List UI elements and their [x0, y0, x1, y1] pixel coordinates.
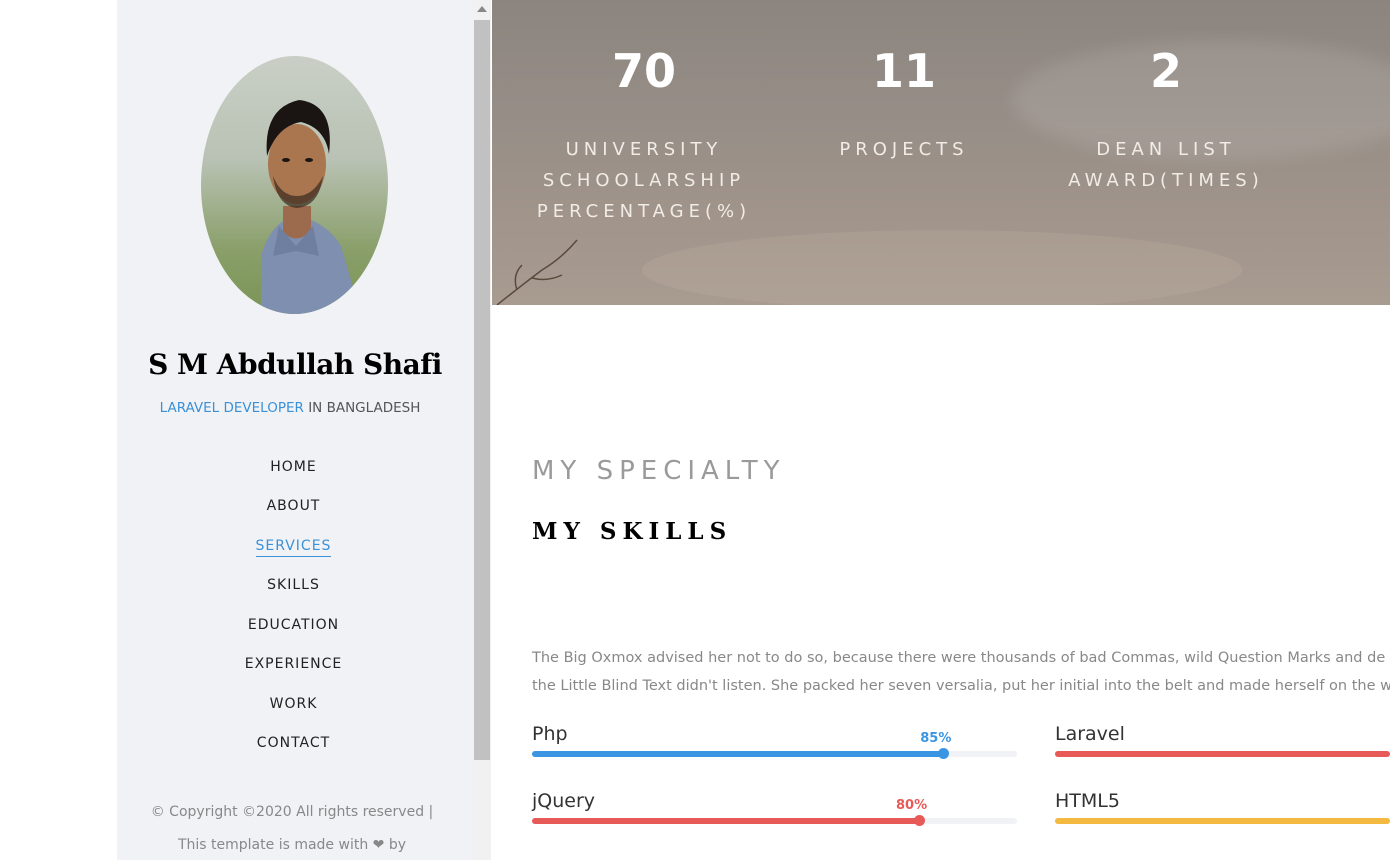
- profile-tagline: LARAVEL DEVELOPER IN BANGLADESH: [117, 400, 463, 416]
- nav-item-education[interactable]: EDUCATION: [117, 617, 470, 633]
- sidebar-scrollbar[interactable]: [473, 0, 491, 860]
- skill-percent: 80%: [896, 798, 928, 813]
- stat-number: 70: [611, 44, 676, 98]
- nav-item-work[interactable]: WORK: [117, 696, 470, 712]
- role-link[interactable]: LARAVEL DEVELOPER: [160, 400, 304, 416]
- skill-name: jQuery: [532, 790, 596, 812]
- skill-progress-fill: [1055, 818, 1390, 824]
- skill-progress-fill: [1055, 751, 1390, 757]
- skill-progress-track: [1055, 818, 1390, 824]
- skill-progress-fill: [532, 751, 945, 757]
- section-subheading: MY SPECIALTY: [532, 456, 786, 486]
- skill-progress-track: [532, 815, 1017, 826]
- stat-number: 11: [871, 44, 936, 98]
- location-text: IN BANGLADESH: [308, 400, 421, 416]
- nav-item-contact[interactable]: CONTACT: [117, 735, 470, 751]
- skill-progress-knob: [914, 815, 925, 826]
- skill-name: Php: [532, 723, 568, 745]
- skill-progress-knob: [938, 748, 950, 759]
- skill-progress-fill: [532, 818, 920, 824]
- skill-laravel: Laravel: [1055, 723, 1390, 783]
- stat-label: DEAN LIST AWARD(TIMES): [1068, 139, 1264, 191]
- profile-name: S M Abdullah Shafi: [148, 348, 442, 381]
- nav-item-experience[interactable]: EXPERIENCE: [117, 656, 470, 672]
- stat-label: UNIVERSITY SCHOOLARSHIP PERCENTAGE(%): [536, 139, 752, 222]
- sidebar: S M Abdullah Shafi LARAVEL DEVELOPER IN …: [117, 0, 473, 860]
- nav-item-about[interactable]: ABOUT: [117, 498, 470, 514]
- skill-percent: 85%: [920, 731, 952, 746]
- skill-html5: HTML5: [1055, 790, 1390, 850]
- stats-banner: 70 UNIVERSITY SCHOOLARSHIP PERCENTAGE(%)…: [492, 0, 1390, 305]
- scrollbar-thumb[interactable]: [474, 20, 490, 760]
- tree-branch-icon: [496, 239, 578, 305]
- nav-item-services[interactable]: SERVICES: [117, 538, 470, 557]
- profile-photo: [201, 56, 388, 314]
- skill-name: Laravel: [1055, 723, 1125, 745]
- scroll-up-arrow-icon[interactable]: [477, 6, 487, 12]
- skill-jquery: jQuery 80%: [532, 790, 1017, 850]
- section-paragraph: The Big Oxmox advised her not to do so, …: [532, 650, 1390, 694]
- sky-haze: [642, 230, 1242, 305]
- stat-number: 2: [1149, 44, 1182, 98]
- skill-php: Php 85%: [532, 723, 1017, 783]
- skill-progress-track: [1055, 751, 1390, 757]
- skill-progress-track: [532, 748, 1017, 759]
- nav-item-skills[interactable]: SKILLS: [117, 577, 470, 593]
- nav-item-home[interactable]: HOME: [117, 459, 470, 475]
- skill-name: HTML5: [1055, 790, 1120, 812]
- footer-copyright: © Copyright ©2020 All rights reserved |: [150, 804, 434, 820]
- footer-credit: This template is made with ❤ by: [177, 837, 406, 853]
- section-heading: MY SKILLS: [532, 518, 733, 545]
- stat-label: PROJECTS: [839, 139, 969, 160]
